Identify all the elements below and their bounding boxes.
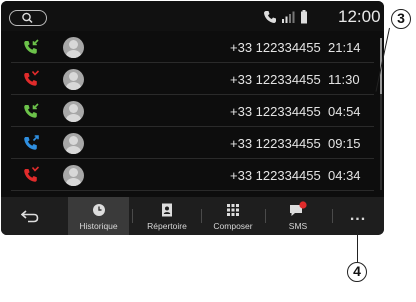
row-divider — [11, 190, 374, 191]
search-button[interactable] — [9, 10, 47, 26]
tab-composer[interactable]: Composer — [203, 197, 263, 235]
incoming-call-icon — [22, 38, 40, 56]
tab-sms-label: SMS — [288, 221, 308, 231]
tab-repertoire-label: Répertoire — [147, 221, 187, 231]
tab-historique[interactable]: Historique — [68, 197, 129, 235]
signal-icon — [281, 10, 295, 29]
tab-divider — [201, 209, 202, 223]
tab-historique-label: Historique — [79, 221, 118, 231]
callout-4: 4 — [347, 262, 367, 282]
contact-avatar — [63, 37, 84, 58]
tab-divider — [332, 209, 333, 223]
contact-avatar — [63, 69, 84, 90]
call-time: 11:30 — [328, 72, 360, 87]
contacts-book-icon — [160, 203, 174, 222]
phone-number: +33 122334455 — [230, 40, 321, 55]
tab-divider — [132, 209, 133, 223]
phone-number: +33 122334455 — [230, 168, 321, 183]
search-icon — [22, 12, 33, 24]
clock: 12:00 — [338, 7, 381, 26]
contact-avatar — [63, 165, 84, 186]
more-icon: ... — [349, 207, 367, 224]
phone-number: +33 122334455 — [230, 104, 321, 119]
multimedia-screen: 12:00 +33 122334455 21:14 +33 122334455 … — [1, 1, 384, 235]
phone-number: +33 122334455 — [230, 72, 321, 87]
outgoing-call-icon — [22, 134, 40, 152]
call-log-row[interactable]: +33 122334455 21:14 — [1, 31, 384, 63]
back-arrow-icon — [20, 209, 39, 228]
call-log-row[interactable]: +33 122334455 11:30 — [1, 63, 384, 95]
tab-repertoire[interactable]: Répertoire — [135, 197, 199, 235]
back-button[interactable] — [1, 197, 59, 235]
tab-divider — [265, 209, 266, 223]
call-log-row[interactable]: +33 122334455 09:15 — [1, 127, 384, 159]
callout-4-leader — [357, 230, 358, 262]
call-time: 09:15 — [328, 136, 361, 151]
incoming-call-icon — [22, 102, 40, 120]
call-log-row[interactable]: +33 122334455 04:54 — [1, 95, 384, 127]
call-log-row[interactable]: +33 122334455 04:34 — [1, 159, 384, 191]
call-time: 04:54 — [328, 104, 361, 119]
status-bar: 12:00 — [1, 1, 384, 31]
status-icons — [251, 10, 341, 26]
call-time: 21:14 — [328, 40, 361, 55]
call-time: 04:34 — [328, 168, 361, 183]
bottom-tab-bar: Historique Répertoire Composer SMS ... — [1, 197, 384, 235]
more-button[interactable]: ... — [335, 197, 381, 235]
battery-icon — [300, 10, 308, 29]
phone-icon — [263, 10, 277, 29]
callout-3: 3 — [391, 9, 411, 29]
tab-composer-label: Composer — [213, 221, 253, 231]
phone-number: +33 122334455 — [230, 136, 321, 151]
keypad-icon — [226, 203, 240, 222]
contact-avatar — [63, 101, 84, 122]
contact-avatar — [63, 133, 84, 154]
clock-icon — [92, 203, 106, 222]
tab-sms[interactable]: SMS — [267, 197, 329, 235]
missed-call-icon — [22, 70, 40, 88]
missed-call-icon — [22, 166, 40, 184]
